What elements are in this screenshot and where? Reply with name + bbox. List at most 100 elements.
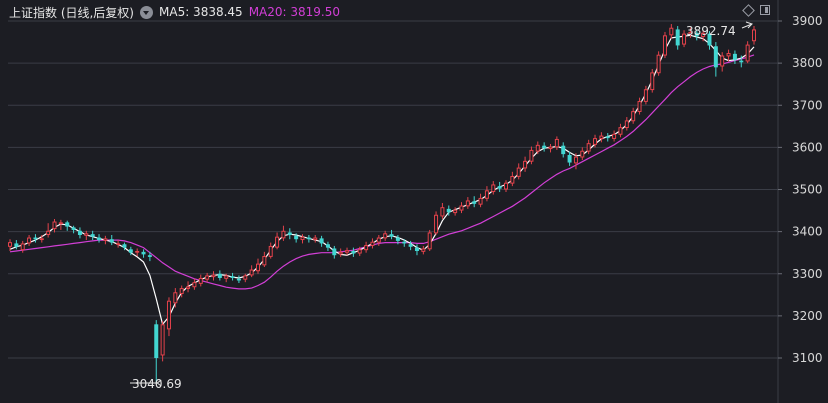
candle bbox=[65, 220, 70, 231]
candle-body bbox=[662, 35, 667, 56]
candle bbox=[605, 133, 610, 142]
candle-body bbox=[389, 234, 394, 237]
candle-body bbox=[52, 221, 57, 230]
candle-body bbox=[752, 29, 756, 42]
candle bbox=[262, 251, 267, 268]
candle-body bbox=[160, 324, 165, 356]
candle-body bbox=[275, 236, 280, 248]
chevron-down-icon[interactable] bbox=[140, 5, 153, 19]
candle-body bbox=[542, 145, 547, 149]
candle bbox=[465, 197, 470, 209]
candle-body bbox=[77, 230, 82, 235]
candle bbox=[650, 69, 655, 93]
candle bbox=[281, 225, 286, 241]
chart-header: 上证指数 (日线,后复权) MA5: 3838.45 MA20: 3819.50 bbox=[9, 4, 340, 20]
candle bbox=[434, 211, 439, 235]
candle bbox=[745, 41, 750, 64]
candle-body bbox=[739, 60, 744, 63]
candle-body bbox=[179, 288, 184, 294]
candle bbox=[504, 180, 508, 193]
candle-body bbox=[135, 251, 140, 253]
candle bbox=[459, 202, 464, 214]
candle bbox=[268, 242, 273, 259]
ma20-path bbox=[9, 54, 755, 290]
candle bbox=[484, 186, 489, 202]
candle-body bbox=[268, 245, 273, 257]
candle-body bbox=[122, 244, 127, 248]
candle bbox=[548, 144, 553, 153]
candle-body bbox=[713, 46, 718, 68]
candle bbox=[275, 232, 280, 250]
candle bbox=[84, 230, 89, 241]
candle-body bbox=[351, 251, 356, 254]
candle bbox=[478, 193, 483, 208]
candle-body bbox=[14, 243, 19, 247]
candle bbox=[370, 238, 375, 249]
candle-body bbox=[319, 238, 324, 244]
candle-body bbox=[205, 275, 210, 280]
candle bbox=[90, 230, 95, 241]
candle bbox=[669, 24, 674, 39]
candle-body bbox=[440, 207, 445, 217]
candle bbox=[77, 227, 82, 239]
panel-toggle-icon[interactable] bbox=[760, 5, 770, 15]
candle-body bbox=[90, 234, 95, 237]
candle-body bbox=[166, 300, 171, 330]
candle bbox=[440, 202, 445, 219]
candle-body bbox=[65, 222, 70, 227]
candle-body bbox=[46, 230, 51, 235]
diamond-icon[interactable] bbox=[742, 3, 755, 17]
candle-body bbox=[529, 149, 534, 162]
candle bbox=[529, 146, 534, 165]
candle bbox=[637, 97, 642, 115]
candle bbox=[52, 218, 57, 233]
candle bbox=[510, 171, 515, 187]
candle bbox=[71, 225, 76, 234]
candle-body bbox=[287, 232, 292, 235]
candle-body bbox=[116, 243, 121, 245]
candle bbox=[160, 320, 165, 362]
candle-body bbox=[249, 269, 254, 276]
candle bbox=[554, 136, 559, 150]
candle-body bbox=[643, 89, 648, 102]
y-tick-label: 3800 bbox=[792, 56, 823, 70]
candle-body bbox=[523, 160, 528, 169]
candle-body bbox=[535, 144, 540, 152]
candle-body bbox=[586, 143, 591, 152]
candle bbox=[211, 271, 216, 281]
candle-body bbox=[20, 243, 25, 251]
low-label: 3040.69 bbox=[132, 377, 182, 391]
candle-body bbox=[262, 256, 267, 266]
candle-body bbox=[593, 138, 598, 145]
candle bbox=[256, 258, 260, 274]
candle bbox=[516, 163, 521, 180]
candle bbox=[243, 273, 248, 283]
candle bbox=[364, 241, 369, 253]
candle-body bbox=[376, 237, 381, 243]
candle-body bbox=[478, 197, 483, 205]
candle-body bbox=[516, 167, 521, 177]
index-title: 上证指数 (日线,后复权) bbox=[9, 5, 134, 20]
candle-body bbox=[414, 247, 419, 252]
candle-body bbox=[128, 249, 133, 253]
candle-body bbox=[147, 255, 152, 257]
candle bbox=[561, 142, 566, 158]
candle-body bbox=[427, 232, 432, 250]
candle-body bbox=[453, 209, 458, 214]
candle bbox=[497, 181, 502, 193]
candle-body bbox=[624, 120, 629, 128]
candle-body bbox=[605, 136, 610, 139]
candle bbox=[523, 156, 528, 172]
candle-body bbox=[281, 230, 286, 239]
candle-body bbox=[491, 184, 496, 193]
candle bbox=[472, 196, 477, 208]
candle-body bbox=[580, 150, 585, 158]
candle bbox=[752, 26, 756, 45]
candle bbox=[345, 247, 350, 256]
ma5-path bbox=[9, 34, 755, 326]
candle bbox=[325, 241, 330, 252]
candle bbox=[376, 234, 381, 246]
candle-body bbox=[650, 72, 655, 91]
candle-body bbox=[313, 237, 318, 241]
candle-body bbox=[325, 244, 330, 248]
